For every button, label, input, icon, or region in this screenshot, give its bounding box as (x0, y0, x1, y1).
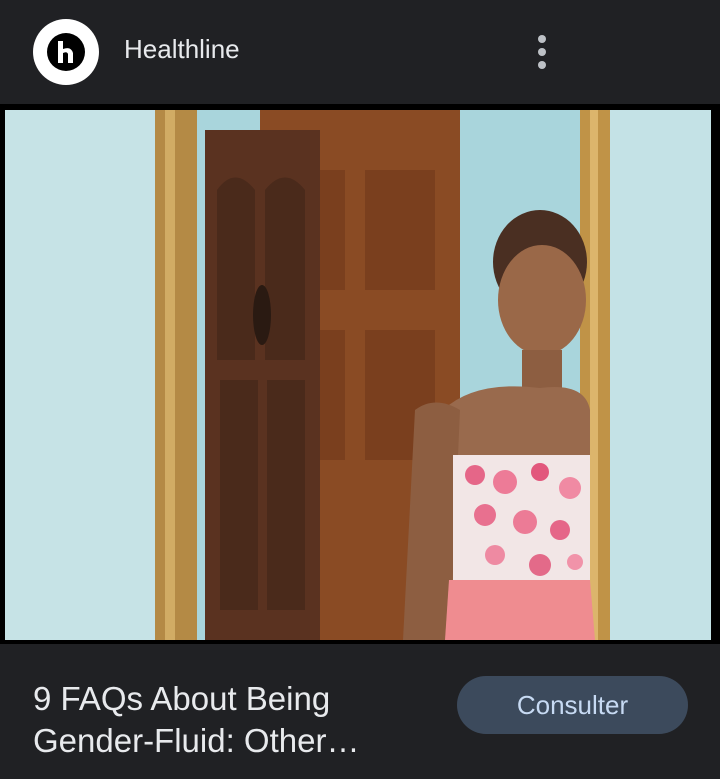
consult-button[interactable]: Consulter (457, 676, 688, 734)
article-image[interactable] (0, 104, 720, 646)
logo-mark (47, 33, 85, 71)
card-header: Healthline (0, 0, 720, 103)
healthline-logo-icon[interactable] (33, 19, 99, 85)
article-photo (5, 110, 711, 640)
card-footer: 9 FAQs About Being Gender-Fluid: Other… … (0, 644, 720, 779)
source-name[interactable]: Healthline (124, 34, 240, 65)
dot (538, 35, 546, 43)
dot (538, 48, 546, 56)
article-title[interactable]: 9 FAQs About Being Gender-Fluid: Other… (33, 678, 433, 762)
dot (538, 61, 546, 69)
more-vert-icon[interactable] (521, 28, 563, 76)
